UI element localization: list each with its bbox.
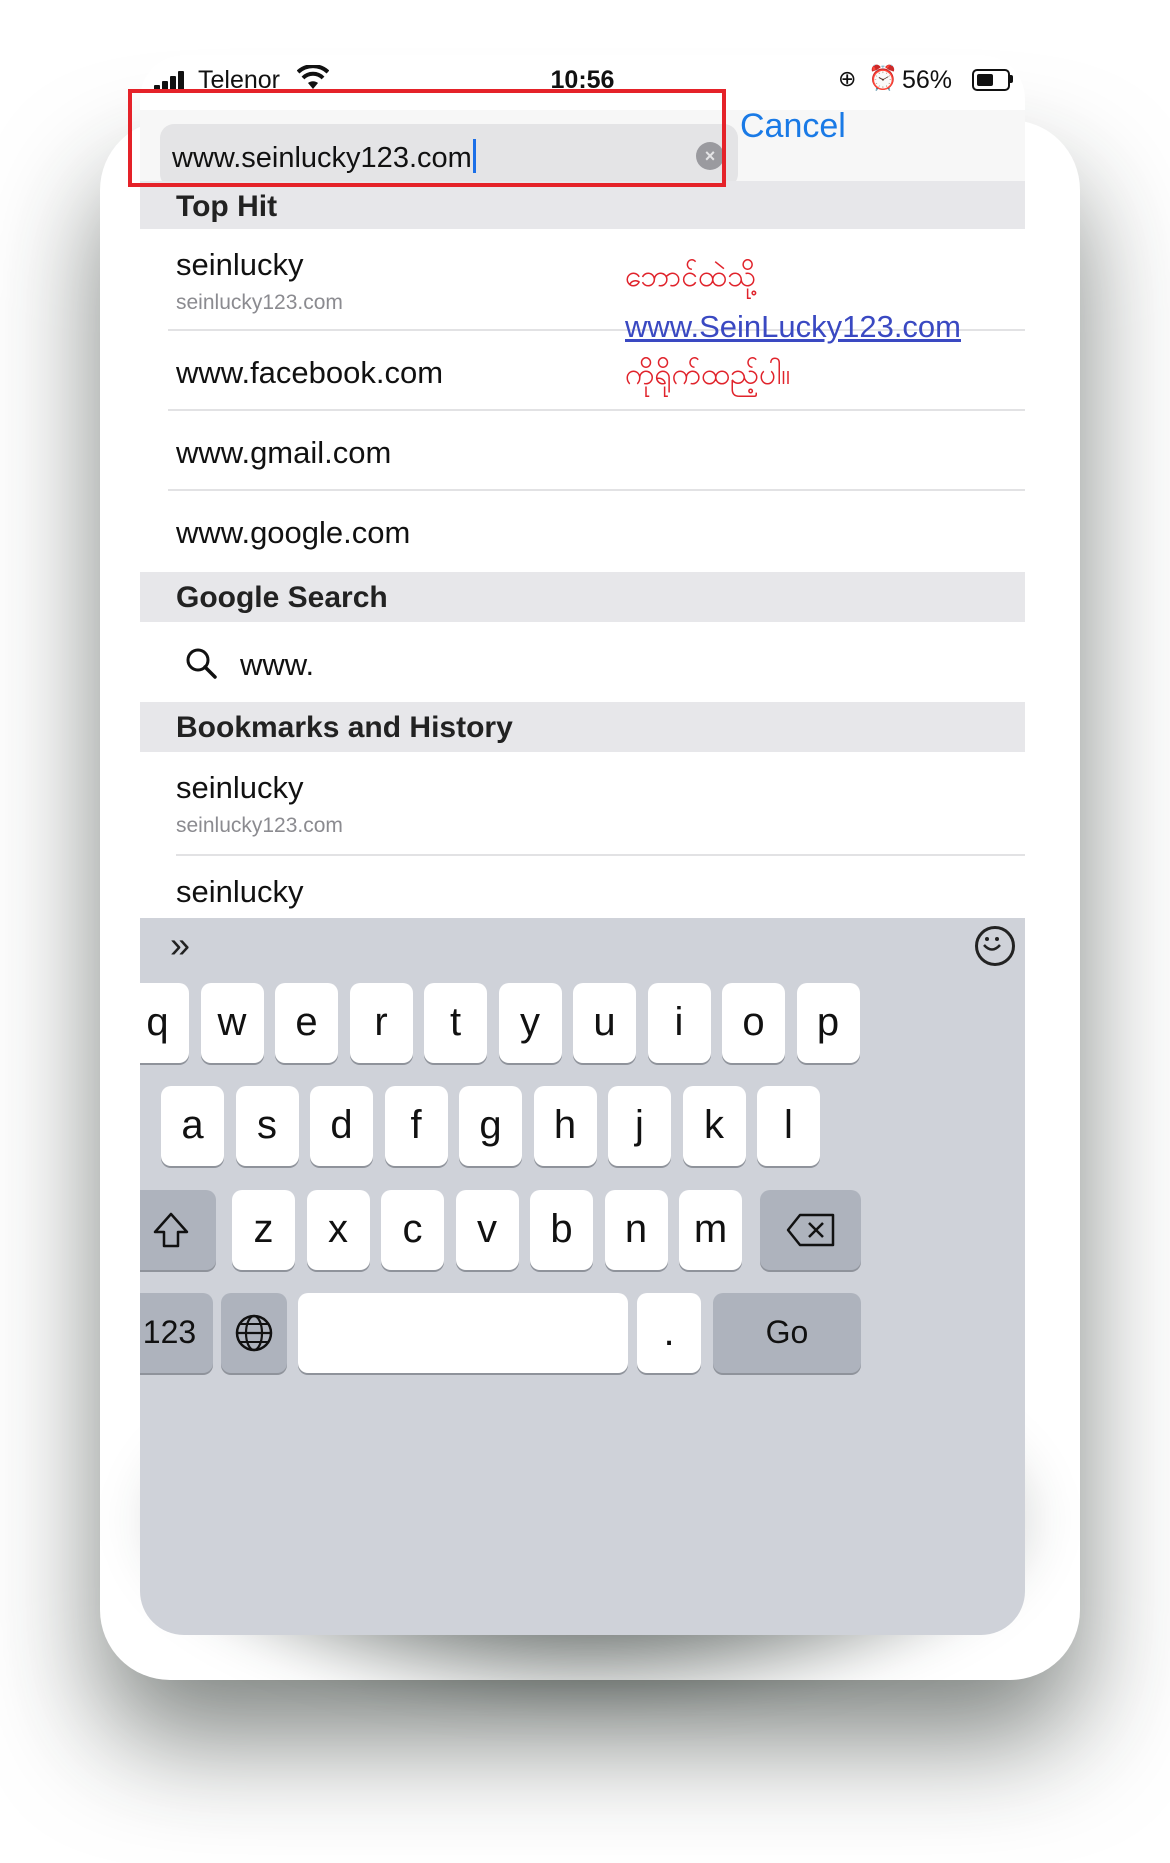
emoji-icon[interactable]: [975, 926, 1015, 966]
section-header-bookmarks: Bookmarks and History: [140, 702, 1025, 752]
list-item-subtitle: seinlucky123.com: [176, 814, 343, 837]
key-q[interactable]: q: [140, 983, 189, 1063]
list-item-gmail[interactable]: www.gmail.com: [140, 411, 1025, 491]
key-t[interactable]: t: [424, 983, 487, 1063]
key-o[interactable]: o: [722, 983, 785, 1063]
list-item-title: www.gmail.com: [176, 435, 392, 470]
section-header-top-hit: Top Hit: [140, 181, 1025, 229]
key-y[interactable]: y: [498, 983, 562, 1063]
key-n[interactable]: n: [604, 1190, 668, 1270]
key-s[interactable]: s: [235, 1086, 299, 1166]
alarm-icon: ⏰: [868, 65, 898, 92]
key-v[interactable]: v: [455, 1190, 519, 1270]
annotation-line-2: ကိုရိုက်ထည့်ပါ။: [625, 357, 791, 392]
rotation-lock-icon: ⊕: [838, 66, 857, 91]
section-header-google-search: Google Search: [140, 572, 1025, 622]
key-z[interactable]: z: [232, 1190, 295, 1270]
globe-icon: [235, 1314, 273, 1352]
list-item-google[interactable]: www.google.com: [140, 491, 1025, 572]
key-c[interactable]: c: [381, 1190, 444, 1270]
list-item-title: seinlucky: [176, 770, 304, 805]
battery-tip: [1010, 75, 1013, 83]
keyboard: » q w e r t y u i o p a s d f g h j k l z x c v b n m 123. Go: [140, 918, 1025, 1635]
backspace-key[interactable]: [760, 1190, 861, 1270]
cancel-button[interactable]: Cancel: [740, 107, 846, 146]
key-k[interactable]: k: [682, 1086, 746, 1166]
globe-key[interactable]: [221, 1293, 287, 1373]
keyboard-toolbar: »: [140, 918, 1025, 973]
key-b[interactable]: b: [530, 1190, 593, 1270]
key-i[interactable]: i: [647, 983, 711, 1063]
key-h[interactable]: h: [533, 1086, 597, 1166]
address-bar-highlight: [128, 89, 726, 187]
go-key[interactable]: Go: [713, 1293, 861, 1373]
key-a[interactable]: a: [161, 1086, 224, 1166]
key-w[interactable]: w: [200, 983, 264, 1063]
key-m[interactable]: m: [679, 1190, 742, 1270]
battery-percent: 56%: [902, 66, 953, 94]
period-key[interactable]: .: [637, 1293, 701, 1373]
key-d[interactable]: d: [310, 1086, 373, 1166]
shift-icon: [153, 1212, 189, 1248]
key-x[interactable]: x: [306, 1190, 370, 1270]
battery-icon: [972, 69, 1010, 91]
key-f[interactable]: f: [384, 1086, 448, 1166]
key-j[interactable]: j: [608, 1086, 671, 1166]
key-g[interactable]: g: [459, 1086, 522, 1166]
space-key[interactable]: [298, 1293, 628, 1373]
chevron-right-icon[interactable]: »: [170, 924, 190, 966]
list-item-title: www.facebook.com: [176, 355, 444, 390]
annotation-link[interactable]: www.SeinLucky123.com: [625, 309, 1025, 345]
key-p[interactable]: p: [796, 983, 860, 1063]
bookmark-item[interactable]: seinlucky seinlucky123.com: [140, 752, 1025, 856]
annotation-line-1: ဘောင်ထဲသို့: [625, 259, 756, 294]
bookmark-item[interactable]: seinlucky: [140, 856, 1025, 916]
instruction-annotation: ဘောင်ထဲသို့ www.SeinLucky123.com ကိုရိုက…: [625, 257, 1025, 395]
google-query-text: www.: [240, 647, 315, 682]
shift-key[interactable]: [140, 1190, 216, 1270]
list-item-title: www.google.com: [176, 515, 411, 550]
google-search-item[interactable]: www.: [140, 622, 1025, 702]
list-item-title: seinlucky: [176, 247, 304, 282]
phone-screen: Telenor 10:56 ⊕ ⏰ 56% www.seinlucky123.c…: [140, 55, 1025, 1635]
list-item-title: seinlucky: [176, 874, 304, 909]
key-u[interactable]: u: [573, 983, 636, 1063]
key-r[interactable]: r: [349, 983, 413, 1063]
key-e[interactable]: e: [275, 983, 338, 1063]
search-icon: [186, 648, 217, 679]
list-item-subtitle: seinlucky123.com: [176, 291, 343, 314]
backspace-icon: [786, 1213, 834, 1247]
key-l[interactable]: l: [757, 1086, 820, 1166]
numbers-key[interactable]: 123: [140, 1293, 213, 1373]
